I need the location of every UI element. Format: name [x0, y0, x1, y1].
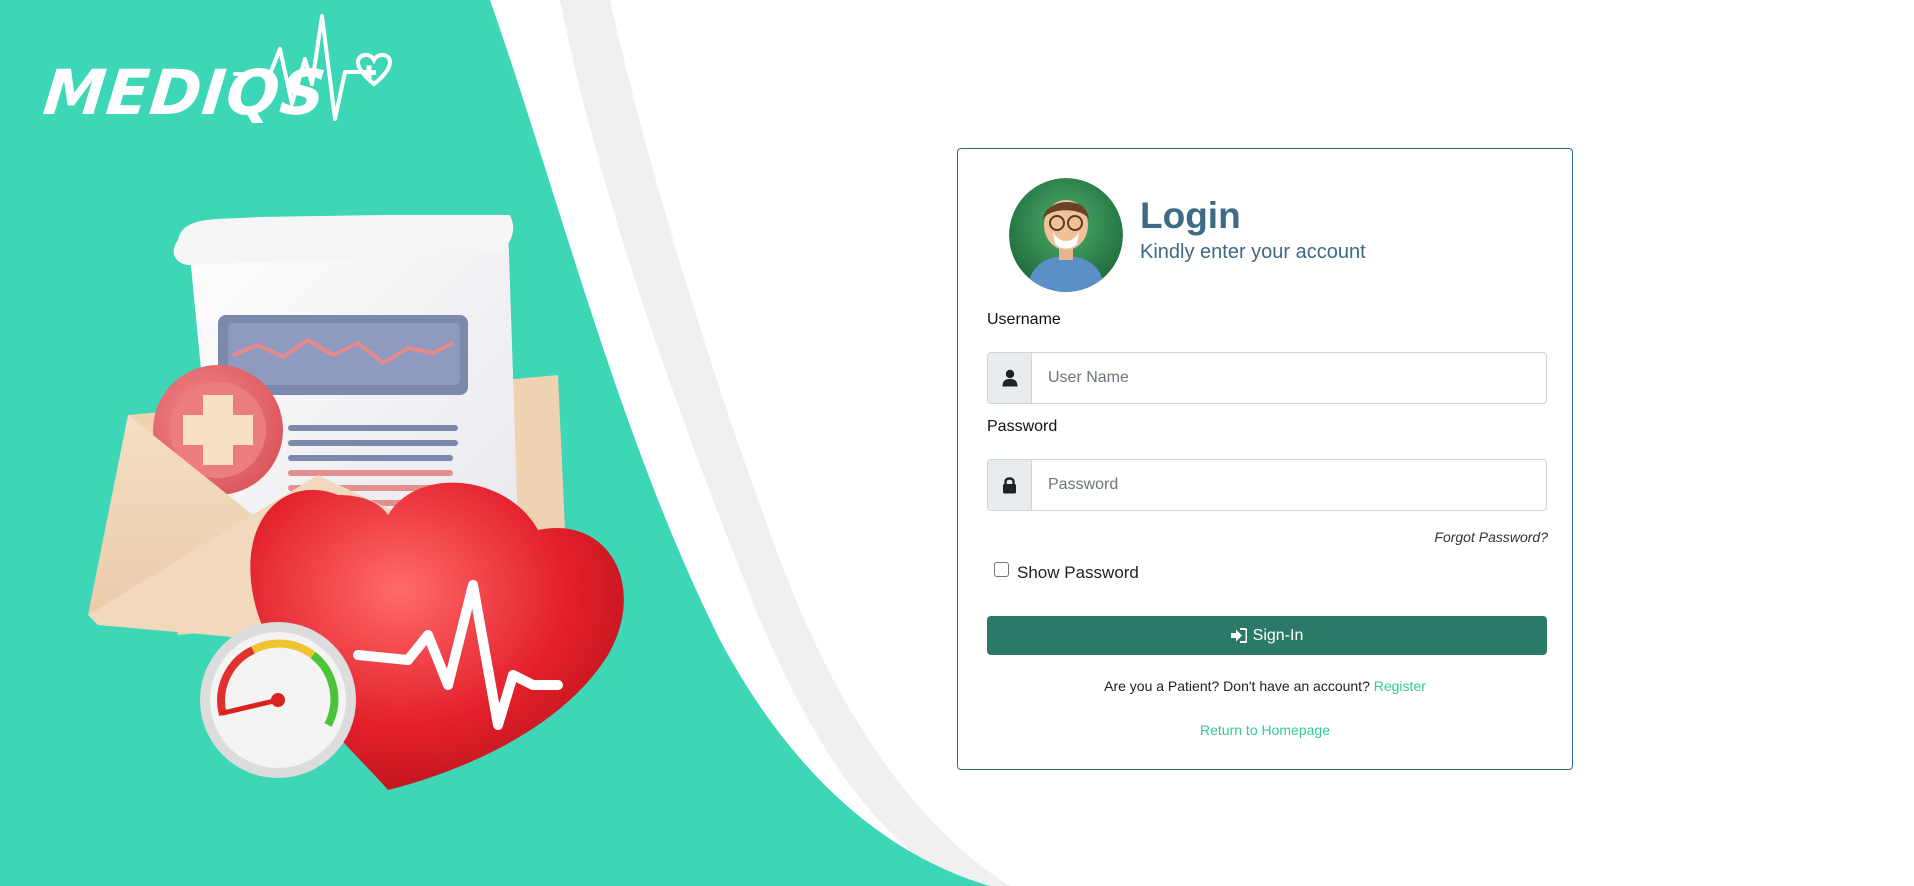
sign-in-label: Sign-In [1252, 626, 1304, 644]
lock-icon [988, 460, 1032, 510]
password-input[interactable] [1032, 460, 1546, 510]
register-prompt: Are you a Patient? Don't have an account… [1104, 678, 1370, 694]
password-input-group [987, 459, 1547, 511]
avatar-image [1009, 178, 1123, 292]
register-prompt-line: Are you a Patient? Don't have an account… [958, 678, 1572, 694]
show-password-toggle[interactable]: Show Password [994, 561, 1139, 583]
return-homepage-row: Return to Homepage [958, 722, 1572, 738]
sign-in-icon [1230, 628, 1247, 643]
login-page: MEDIQS Login Kindly enter your account U… [0, 0, 1914, 886]
login-subtitle: Kindly enter your account [1140, 241, 1366, 263]
show-password-label: Show Password [1017, 563, 1139, 582]
register-link[interactable]: Register [1374, 678, 1426, 694]
heartbeat-icon [233, 14, 393, 121]
username-label: Username [987, 311, 1061, 328]
medical-illustration [88, 215, 624, 790]
return-homepage-link[interactable]: Return to Homepage [1200, 722, 1330, 738]
login-title: Login [1140, 195, 1241, 236]
username-input-group [987, 352, 1547, 404]
show-password-checkbox[interactable] [994, 561, 1009, 577]
forgot-password-link[interactable]: Forgot Password? [1434, 529, 1548, 545]
avatar [1009, 178, 1123, 292]
login-card: Login Kindly enter your account Username… [957, 148, 1573, 770]
username-input[interactable] [1032, 353, 1546, 403]
brand-logo[interactable]: MEDIQS [40, 14, 400, 134]
password-label: Password [987, 418, 1058, 435]
sign-in-button[interactable]: Sign-In [987, 616, 1547, 655]
user-icon [988, 353, 1032, 403]
